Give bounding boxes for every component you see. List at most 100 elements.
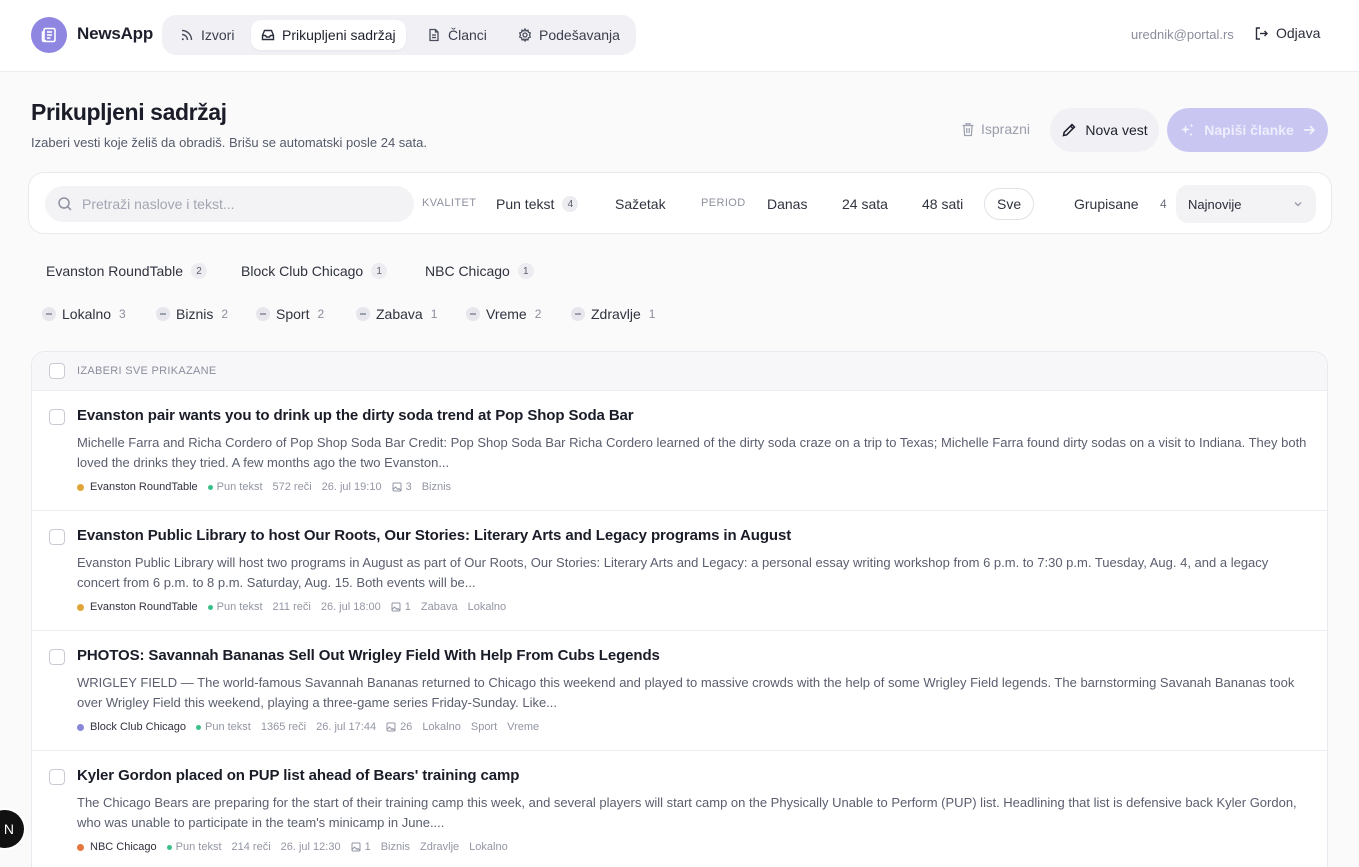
source-chip-label: Evanston RoundTable <box>46 263 183 279</box>
filter-full-text[interactable]: Pun tekst 4 <box>495 188 579 220</box>
item-quality: Pun tekst <box>207 481 263 493</box>
image-icon <box>391 602 401 612</box>
content-list: IZABERI SVE PRIKAZANE Evanston pair want… <box>31 351 1328 867</box>
category-chip-label: Zdravlje <box>591 306 641 322</box>
write-articles-label: Napiši članke <box>1204 122 1294 138</box>
item-date: 26. jul 17:44 <box>316 721 377 733</box>
nav-item-label: Članci <box>448 27 487 43</box>
item-source: NBC Chicago <box>77 841 157 853</box>
item-words: 214 reči <box>231 841 271 853</box>
filter-full-text-label: Pun tekst <box>496 196 555 212</box>
category-chip[interactable]: Zabava 1 <box>356 305 437 323</box>
item-meta: Block Club Chicago Pun tekst 1365 reči 2… <box>77 720 539 734</box>
category-chip[interactable]: Biznis 2 <box>156 305 228 323</box>
gear-icon <box>518 28 532 42</box>
nav-item-clanci[interactable]: Članci <box>417 20 497 50</box>
list-item[interactable]: Evanston pair wants you to drink up the … <box>32 391 1327 511</box>
grouped-label: Grupisane <box>1074 196 1139 212</box>
item-quality: Pun tekst <box>196 721 251 733</box>
item-source: Block Club Chicago <box>77 721 186 733</box>
filter-summary-label: Sažetak <box>615 196 666 212</box>
item-checkbox[interactable] <box>49 529 65 545</box>
minus-circle-icon <box>256 307 270 321</box>
category-chip-label: Lokalno <box>62 306 112 322</box>
search-input[interactable] <box>82 196 382 212</box>
source-dot <box>77 483 84 491</box>
source-chip-count: 2 <box>191 263 207 279</box>
item-tag: Zdravlje <box>420 841 460 853</box>
item-quality-label: Pun tekst <box>216 601 263 613</box>
category-chip-count: 2 <box>534 307 542 321</box>
item-checkbox[interactable] <box>49 649 65 665</box>
image-icon <box>351 842 361 852</box>
source-chip[interactable]: Evanston RoundTable 2 <box>46 262 207 280</box>
source-chip[interactable]: NBC Chicago 1 <box>425 262 534 280</box>
period-label: PERIOD <box>701 197 746 209</box>
item-date: 26. jul 19:10 <box>321 481 382 493</box>
image-icon <box>386 722 396 732</box>
quality-label: KVALITET <box>422 197 477 209</box>
category-chip[interactable]: Vreme 2 <box>466 305 541 323</box>
page-title: Prikupljeni sadržaj <box>31 99 227 125</box>
item-images: 3 <box>392 481 412 493</box>
item-excerpt: The Chicago Bears are preparing for the … <box>77 795 1297 830</box>
search-icon <box>58 197 72 211</box>
search-box[interactable] <box>45 186 414 222</box>
filter-summary[interactable]: Sažetak <box>614 188 667 220</box>
sort-select[interactable]: Najnovije <box>1176 185 1316 223</box>
item-images: 1 <box>391 601 411 613</box>
newspaper-logo-icon[interactable] <box>31 17 67 53</box>
category-chip-label: Sport <box>276 306 310 322</box>
select-all-checkbox[interactable] <box>49 363 65 379</box>
period-today[interactable]: Danas <box>766 188 808 220</box>
new-story-button[interactable]: Nova vest <box>1050 108 1159 152</box>
nav-item-label: Podešavanja <box>539 27 620 43</box>
source-chip-count: 1 <box>517 263 534 279</box>
list-item[interactable]: Kyler Gordon placed on PUP list ahead of… <box>32 751 1327 867</box>
item-meta: Evanston RoundTable Pun tekst 572 reči 2… <box>77 480 451 494</box>
item-checkbox[interactable] <box>49 409 65 425</box>
quality-dot <box>207 604 213 610</box>
item-images-count: 3 <box>405 481 412 493</box>
item-tag: Sport <box>470 721 498 733</box>
item-title[interactable]: Kyler Gordon placed on PUP list ahead of… <box>77 767 519 784</box>
app-name[interactable]: NewsApp <box>77 24 153 44</box>
list-item[interactable]: Evanston Public Library to host Our Root… <box>32 511 1327 631</box>
nav-item-prikupljeni[interactable]: Prikupljeni sadržaj <box>251 20 406 50</box>
quality-dot <box>207 484 213 490</box>
item-source: Evanston RoundTable <box>77 481 198 493</box>
item-images: 26 <box>386 721 412 733</box>
period-24h[interactable]: 24 sata <box>841 188 889 220</box>
item-tag: Biznis <box>380 841 411 853</box>
item-excerpt: Evanston Public Library will host two pr… <box>77 555 1269 590</box>
grouped-toggle[interactable]: Grupisane <box>1073 188 1140 220</box>
item-title[interactable]: Evanston pair wants you to drink up the … <box>77 407 634 424</box>
new-story-label: Nova vest <box>1085 122 1148 138</box>
category-chip[interactable]: Zdravlje 1 <box>571 305 655 323</box>
select-all-label: IZABERI SVE PRIKAZANE <box>77 365 217 377</box>
top-bar: NewsApp Izvori Prikupljeni sadržaj Članc… <box>0 0 1359 72</box>
period-48h[interactable]: 48 sati <box>921 188 964 220</box>
item-checkbox[interactable] <box>49 769 65 785</box>
list-item[interactable]: PHOTOS: Savannah Bananas Sell Out Wrigle… <box>32 631 1327 751</box>
rss-icon <box>181 29 193 41</box>
item-title[interactable]: Evanston Public Library to host Our Root… <box>77 527 791 544</box>
filter-bar: KVALITET Pun tekst 4 Sažetak PERIOD Dana… <box>28 172 1332 234</box>
write-articles-button[interactable]: Napiši članke <box>1167 108 1328 152</box>
period-all[interactable]: Sve <box>984 188 1035 220</box>
item-excerpt: Michelle Farra and Richa Cordero of Pop … <box>77 435 1307 470</box>
nav-item-podesavanja[interactable]: Podešavanja <box>508 20 630 50</box>
nav-item-izvori[interactable]: Izvori <box>170 20 244 50</box>
category-chip[interactable]: Lokalno 3 <box>42 305 126 323</box>
clear-button[interactable]: Isprazni <box>961 121 1030 137</box>
page-subtitle: Izaberi vesti koje želiš da obradiš. Bri… <box>31 135 427 150</box>
item-meta: Evanston RoundTable Pun tekst 211 reči 2… <box>77 600 506 614</box>
logout-button[interactable]: Odjava <box>1254 25 1320 41</box>
item-date: 26. jul 12:30 <box>280 841 341 853</box>
main-nav: Izvori Prikupljeni sadržaj Članci Podeša… <box>162 15 636 55</box>
source-chip[interactable]: Block Club Chicago 1 <box>241 262 388 280</box>
pencil-icon <box>1062 123 1076 137</box>
category-chip[interactable]: Sport 2 <box>256 305 324 323</box>
item-title[interactable]: PHOTOS: Savannah Bananas Sell Out Wrigle… <box>77 647 660 664</box>
dev-tools-badge[interactable]: N <box>0 810 24 848</box>
